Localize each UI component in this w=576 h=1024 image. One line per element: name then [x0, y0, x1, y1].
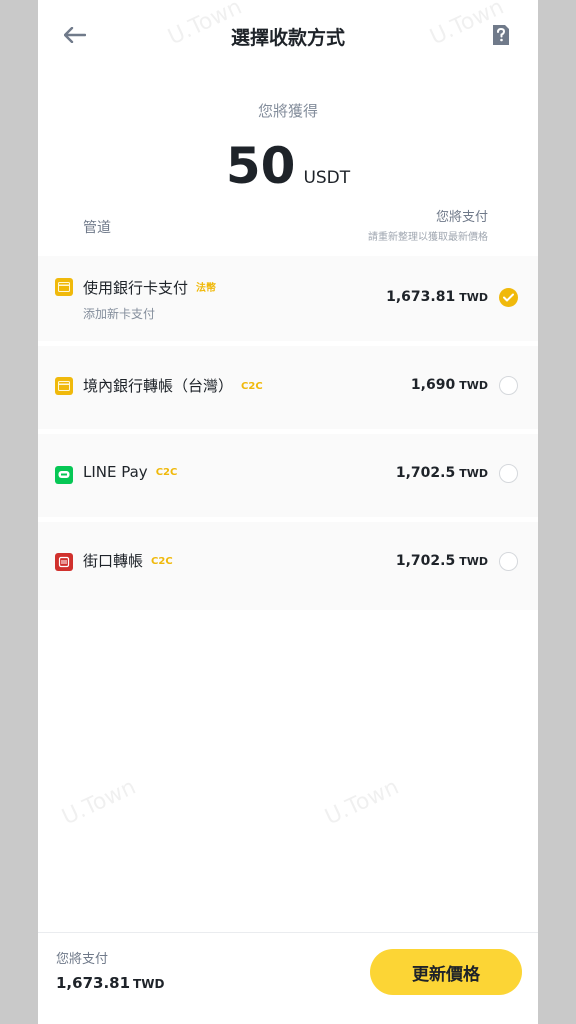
bank-card-icon — [55, 278, 73, 296]
jkopay-icon — [55, 553, 73, 571]
help-document-icon — [493, 25, 509, 45]
column-pay-header: 您將支付 — [435, 210, 488, 225]
footer-pay-label: 您將支付 — [56, 952, 109, 967]
radio-unselected[interactable] — [499, 464, 518, 483]
line-icon — [55, 466, 73, 484]
payment-method-list: 使用銀行卡支付 法幣 添加新卡支付 1,673.81 TWD 境內銀行轉帳（台灣） C… — [38, 256, 538, 610]
app-header: 選擇收款方式 — [38, 0, 538, 70]
refresh-hint: 請重新整理以獲取最新價格 — [368, 232, 488, 243]
price-currency: TWD — [459, 291, 488, 304]
receive-amount-unit: USDT — [303, 168, 351, 188]
payment-method-bank-transfer[interactable]: 境內銀行轉帳（台灣） C2C 1,690 TWD — [38, 346, 538, 434]
payment-method-label: LINE Pay — [83, 463, 148, 481]
receive-label: 您將獲得 — [257, 102, 318, 120]
bank-card-icon — [55, 377, 73, 395]
payment-method-bank-card[interactable]: 使用銀行卡支付 法幣 添加新卡支付 1,673.81 TWD — [38, 256, 538, 346]
help-button[interactable] — [488, 22, 514, 48]
payment-method-line-pay[interactable]: LINE Pay C2C 1,702.5 TWD — [38, 434, 538, 522]
right-margin — [538, 0, 576, 1024]
payment-method-price: 1,702.5 TWD — [396, 465, 488, 481]
price-value: 1,702.5 — [395, 465, 456, 481]
payment-method-price: 1,702.5 TWD — [396, 553, 488, 569]
payment-method-tag: C2C — [151, 556, 173, 567]
radio-selected[interactable] — [499, 288, 518, 307]
payment-method-tag: C2C — [241, 381, 263, 392]
payment-method-jkopay[interactable]: 街口轉帳 C2C 1,702.5 TWD — [38, 522, 538, 610]
payment-method-label: 街口轉帳 — [83, 552, 144, 570]
payment-method-name: 境內銀行轉帳（台灣） C2C — [83, 375, 263, 396]
left-margin — [0, 0, 38, 1024]
watermark: U.Town — [58, 774, 140, 831]
radio-unselected[interactable] — [499, 376, 518, 395]
payment-method-label: 使用銀行卡支付 — [83, 279, 189, 297]
add-card-link[interactable]: 添加新卡支付 — [83, 305, 155, 322]
price-currency: TWD — [459, 379, 488, 392]
receive-amount: 50 USDT — [38, 138, 538, 194]
price-value: 1,702.5 — [395, 553, 456, 569]
payment-method-name: LINE Pay C2C — [83, 463, 177, 481]
price-currency: TWD — [459, 467, 488, 480]
footer-pay-amount: 1,673.81 TWD — [56, 974, 164, 992]
update-price-button[interactable]: 更新價格 — [370, 949, 522, 995]
app-screen: U.Town U.Town U.Town U.Town U.Town U.Tow… — [38, 0, 538, 1024]
payment-method-price: 1,690 TWD — [411, 377, 488, 393]
payment-method-name: 街口轉帳 C2C — [83, 550, 173, 571]
footer-price-value: 1,673.81 — [56, 974, 131, 992]
price-currency: TWD — [459, 555, 488, 568]
price-value: 1,690 — [410, 377, 456, 393]
page-title: 選擇收款方式 — [230, 27, 345, 49]
payment-method-name: 使用銀行卡支付 法幣 — [83, 277, 216, 298]
footer-price-currency: TWD — [133, 977, 165, 991]
payment-method-tag: 法幣 — [196, 283, 217, 294]
check-icon — [503, 293, 514, 302]
price-value: 1,673.81 — [386, 289, 456, 305]
footer-bar: 您將支付 1,673.81 TWD 更新價格 — [38, 932, 538, 1024]
receive-amount-value: 50 — [225, 137, 296, 195]
watermark: U.Town — [321, 774, 403, 831]
payment-method-price: 1,673.81 TWD — [386, 289, 488, 305]
radio-unselected[interactable] — [499, 552, 518, 571]
payment-method-tag: C2C — [155, 467, 178, 478]
column-channel-header: 管道 — [83, 220, 111, 236]
payment-method-label: 境內銀行轉帳（台灣） — [83, 377, 234, 395]
